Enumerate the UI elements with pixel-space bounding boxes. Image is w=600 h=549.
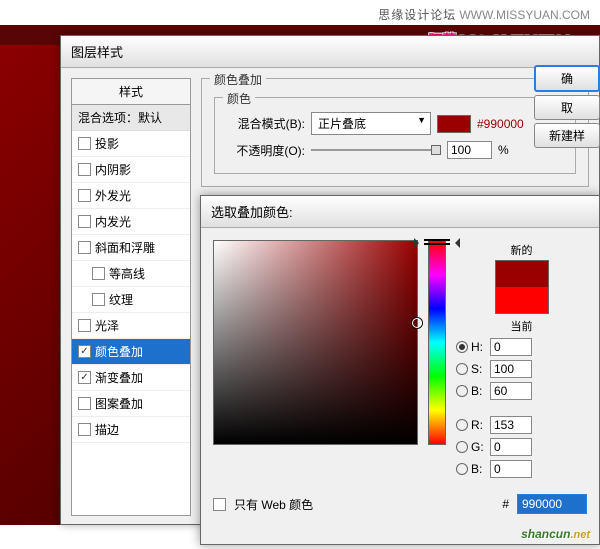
sidebar-checkbox-7[interactable] xyxy=(78,319,91,332)
sidebar-item-1[interactable]: 内阴影 xyxy=(72,157,190,183)
sidebar-label-10: 图案叠加 xyxy=(95,395,143,412)
site-name: 思缘设计论坛 xyxy=(378,8,456,22)
sidebar-checkbox-4[interactable] xyxy=(78,241,91,254)
new-color-swatch[interactable] xyxy=(496,261,548,287)
sidebar-label-3: 内发光 xyxy=(95,213,131,230)
sidebar-checkbox-5[interactable] xyxy=(92,267,105,280)
label-g: G: xyxy=(471,440,487,454)
input-b-hsb[interactable]: 60 xyxy=(490,382,532,400)
sidebar-header[interactable]: 样式 xyxy=(72,79,190,105)
label-s: S: xyxy=(471,362,487,376)
sidebar-checkbox-2[interactable] xyxy=(78,189,91,202)
radio-s[interactable] xyxy=(456,363,468,375)
radio-b-hsb[interactable] xyxy=(456,385,468,397)
web-only-checkbox[interactable] xyxy=(213,498,226,511)
sidebar-label-1: 内阴影 xyxy=(95,161,131,178)
sidebar-checkbox-0[interactable] xyxy=(78,137,91,150)
sidebar-checkbox-11[interactable] xyxy=(78,423,91,436)
hue-thumb-icon[interactable] xyxy=(424,239,450,245)
sidebar-label-5: 等高线 xyxy=(109,265,145,282)
input-b-rgb[interactable]: 0 xyxy=(490,460,532,478)
sidebar-item-11[interactable]: 描边 xyxy=(72,417,190,443)
saturation-value-field[interactable] xyxy=(213,240,418,445)
input-g[interactable]: 0 xyxy=(490,438,532,456)
header-branding: 思缘设计论坛 WWW.MISSYUAN.COM xyxy=(378,6,590,23)
sidebar-item-9[interactable]: 渐变叠加 xyxy=(72,365,190,391)
label-r: R: xyxy=(471,418,487,432)
current-label: 当前 xyxy=(456,318,587,334)
sidebar-label-7: 光泽 xyxy=(95,317,119,334)
site-url: WWW.MISSYUAN.COM xyxy=(459,8,590,22)
group-color-overlay: 颜色叠加 xyxy=(210,71,266,88)
watermark-suffix: .net xyxy=(570,529,590,541)
sidebar-label-4: 斜面和浮雕 xyxy=(95,239,155,256)
sidebar-label-9: 渐变叠加 xyxy=(95,369,143,386)
color-compare xyxy=(495,260,549,314)
blend-mode-dropdown[interactable]: 正片叠底 xyxy=(311,112,431,135)
sidebar-item-10[interactable]: 图案叠加 xyxy=(72,391,190,417)
styles-sidebar: 样式 混合选项：默认 投影内阴影外发光内发光斜面和浮雕等高线纹理光泽颜色叠加渐变… xyxy=(71,78,191,516)
sidebar-item-5[interactable]: 等高线 xyxy=(72,261,190,287)
label-b-hsb: B: xyxy=(471,384,487,398)
color-picker-dialog: 选取叠加颜色: 新的 当前 H:0 S:100 B:60 R:153 G:0 B… xyxy=(200,195,600,545)
sidebar-item-7[interactable]: 光泽 xyxy=(72,313,190,339)
watermark-main: shancun xyxy=(521,527,570,541)
current-color-swatch[interactable] xyxy=(496,287,548,313)
opacity-unit: % xyxy=(498,143,509,157)
sidebar-item-0[interactable]: 投影 xyxy=(72,131,190,157)
sidebar-checkbox-1[interactable] xyxy=(78,163,91,176)
sidebar-checkbox-3[interactable] xyxy=(78,215,91,228)
sidebar-item-2[interactable]: 外发光 xyxy=(72,183,190,209)
label-h: H: xyxy=(471,340,487,354)
sidebar-label-2: 外发光 xyxy=(95,187,131,204)
input-s[interactable]: 100 xyxy=(490,360,532,378)
sidebar-checkbox-10[interactable] xyxy=(78,397,91,410)
new-style-button[interactable]: 新建样 xyxy=(534,123,600,148)
sidebar-item-3[interactable]: 内发光 xyxy=(72,209,190,235)
overlay-color-swatch[interactable] xyxy=(437,115,471,133)
opacity-label: 不透明度(O): xyxy=(225,142,305,159)
web-only-label: 只有 Web 颜色 xyxy=(234,496,313,513)
blend-mode-label: 混合模式(B): xyxy=(225,115,305,132)
color-picker-title: 选取叠加颜色: xyxy=(201,196,599,228)
sidebar-label-8: 颜色叠加 xyxy=(95,343,143,360)
overlay-hex: #990000 xyxy=(477,117,524,131)
sidebar-item-8[interactable]: 颜色叠加 xyxy=(72,339,190,365)
sidebar-item-6[interactable]: 纹理 xyxy=(72,287,190,313)
radio-b-rgb[interactable] xyxy=(456,463,468,475)
label-b-rgb: B: xyxy=(471,462,487,476)
watermark: shancun.net xyxy=(521,525,590,543)
layer-style-title: 图层样式 xyxy=(61,36,599,68)
input-r[interactable]: 153 xyxy=(490,416,532,434)
hash-icon: # xyxy=(502,497,509,511)
group-color: 颜色 xyxy=(223,90,255,107)
hue-slider[interactable] xyxy=(428,240,446,445)
opacity-slider[interactable] xyxy=(311,149,441,151)
radio-g[interactable] xyxy=(456,441,468,453)
new-label: 新的 xyxy=(456,242,587,258)
hex-input[interactable]: 990000 xyxy=(517,494,587,514)
dialog-buttons: 确 取 新建样 xyxy=(534,65,600,148)
sidebar-label-0: 投影 xyxy=(95,135,119,152)
sidebar-label-11: 描边 xyxy=(95,421,119,438)
blend-options-default[interactable]: 混合选项：默认 xyxy=(72,105,190,131)
ok-button[interactable]: 确 xyxy=(534,65,600,92)
sv-cursor-icon[interactable] xyxy=(412,318,422,328)
radio-r[interactable] xyxy=(456,419,468,431)
sidebar-label-6: 纹理 xyxy=(109,291,133,308)
sidebar-checkbox-6[interactable] xyxy=(92,293,105,306)
radio-h[interactable] xyxy=(456,341,468,353)
sidebar-item-4[interactable]: 斜面和浮雕 xyxy=(72,235,190,261)
sidebar-checkbox-8[interactable] xyxy=(78,345,91,358)
sidebar-checkbox-9[interactable] xyxy=(78,371,91,384)
input-h[interactable]: 0 xyxy=(490,338,532,356)
opacity-input[interactable]: 100 xyxy=(447,141,492,159)
cancel-button[interactable]: 取 xyxy=(534,95,600,120)
slider-thumb-icon[interactable] xyxy=(431,145,441,155)
